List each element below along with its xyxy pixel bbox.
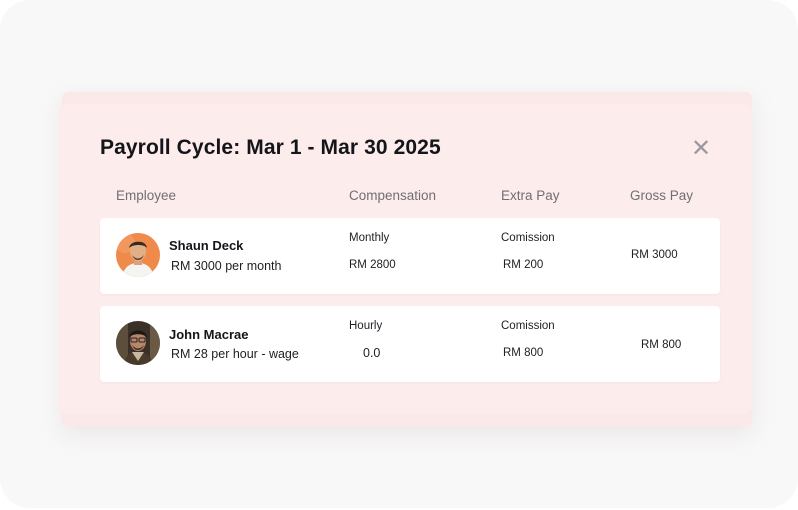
avatar bbox=[116, 233, 160, 277]
extra-pay-value: RM 800 bbox=[503, 347, 544, 359]
extra-pay-type: Comission bbox=[501, 320, 555, 332]
column-header-extra-pay: Extra Pay bbox=[501, 188, 560, 203]
avatar bbox=[116, 321, 160, 365]
column-header-gross-pay: Gross Pay bbox=[630, 188, 694, 203]
extra-pay-value: RM 200 bbox=[503, 259, 544, 271]
compensation-value: RM 2800 bbox=[349, 259, 396, 271]
employee-name: John Macrae bbox=[169, 327, 249, 342]
table-row[interactable]: Shaun Deck RM 3000 per month Monthly RM … bbox=[100, 218, 720, 294]
employee-name: Shaun Deck bbox=[169, 238, 244, 253]
column-header-compensation: Compensation bbox=[349, 188, 437, 203]
employee-rate: RM 3000 per month bbox=[171, 259, 282, 273]
close-icon[interactable]: ✕ bbox=[690, 137, 712, 161]
compensation-value: 0.0 bbox=[363, 346, 381, 360]
column-header-employee: Employee bbox=[116, 188, 177, 203]
compensation-type: Monthly bbox=[349, 232, 390, 244]
table-row[interactable]: John Macrae RM 28 per hour - wage Hourly… bbox=[100, 306, 720, 382]
gross-pay-value: RM 3000 bbox=[631, 249, 678, 261]
compensation-type: Hourly bbox=[349, 320, 383, 332]
employee-rate: RM 28 per hour - wage bbox=[171, 347, 299, 361]
modal-title: Payroll Cycle: Mar 1 - Mar 30 2025 bbox=[100, 136, 441, 159]
gross-pay-value: RM 800 bbox=[641, 339, 682, 351]
extra-pay-type: Comission bbox=[501, 232, 555, 244]
